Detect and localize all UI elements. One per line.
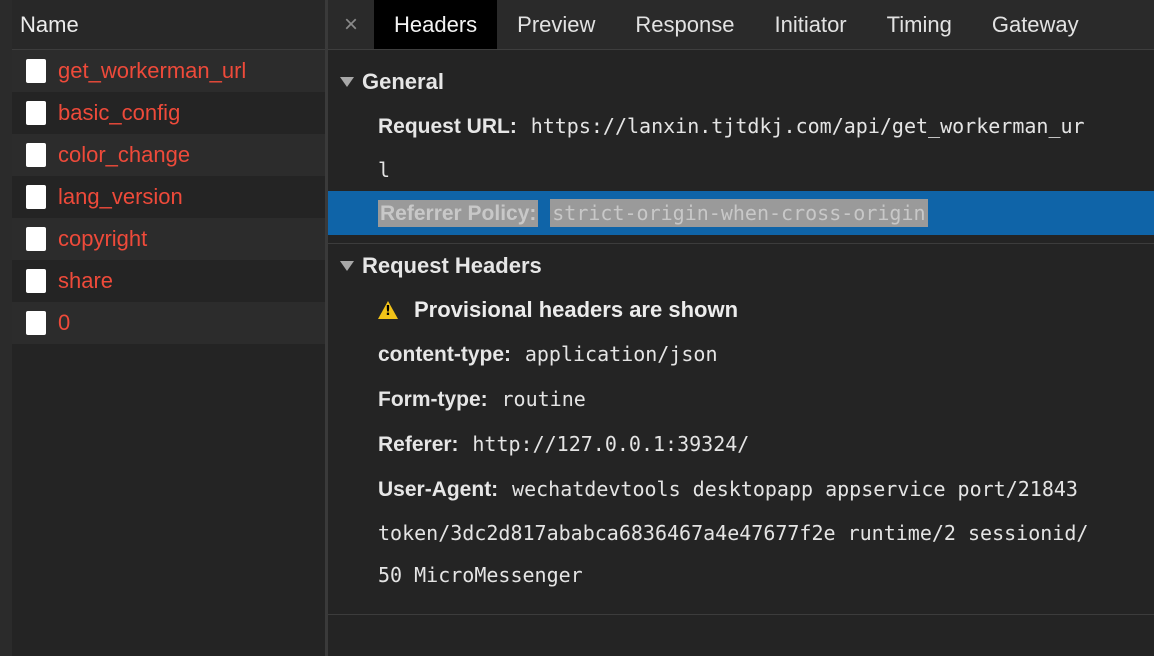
tab-preview[interactable]: Preview [497, 0, 615, 49]
header-key: content-type: [378, 343, 511, 366]
header-value: application/json [524, 342, 718, 366]
document-icon [26, 59, 46, 83]
section-divider [328, 614, 1154, 615]
request-name: share [58, 268, 114, 293]
request-item[interactable]: basic_config [12, 92, 325, 134]
request-item[interactable]: copyright [12, 218, 325, 260]
header-value: wechatdevtools desktopapp appservice por… [512, 477, 1078, 501]
request-name: lang_version [58, 184, 183, 209]
header-value: strict-origin-when-cross-origin [550, 199, 928, 227]
header-row-content-type: content-type: application/json [328, 332, 1154, 377]
request-detail-panel: × Headers Preview Response Initiator Tim… [328, 0, 1154, 656]
header-key: User-Agent: [378, 478, 499, 501]
document-icon [26, 269, 46, 293]
header-key: Referer: [378, 433, 459, 456]
tab-timing[interactable]: Timing [867, 0, 972, 49]
request-url-continuation: l [378, 158, 391, 182]
request-list: get_workerman_url basic_config color_cha… [12, 50, 325, 344]
tab-response[interactable]: Response [615, 0, 754, 49]
request-name: get_workerman_url [58, 58, 247, 83]
left-gutter [0, 0, 12, 656]
devtools-network-panel: Name get_workerman_url basic_config colo… [0, 0, 1154, 656]
header-row-user-agent: User-Agent: wechatdevtools desktopapp ap… [328, 467, 1154, 512]
user-agent-continuation: 50 MicroMessenger [378, 563, 583, 587]
warning-text: Provisional headers are shown [414, 297, 739, 322]
request-name: color_change [58, 142, 191, 167]
triangle-down-icon [340, 77, 354, 87]
close-icon[interactable]: × [328, 0, 374, 49]
tab-initiator[interactable]: Initiator [754, 0, 866, 49]
header-row-form-type: Form-type: routine [328, 377, 1154, 422]
document-icon [26, 101, 46, 125]
user-agent-continuation: token/3dc2d817ababca6836467a4e47677f2e r… [378, 521, 1089, 545]
document-icon [26, 227, 46, 251]
header-row-referer: Referer: http://127.0.0.1:39324/ [328, 422, 1154, 467]
request-item[interactable]: 0 [12, 302, 325, 344]
detail-tabbar: × Headers Preview Response Initiator Tim… [328, 0, 1154, 50]
general-section-title: General [362, 69, 444, 94]
header-key: Referrer Policy: [378, 200, 539, 227]
request-item[interactable]: lang_version [12, 176, 325, 218]
request-item[interactable]: get_workerman_url [12, 50, 325, 92]
general-section-toggle[interactable]: General [328, 60, 1154, 104]
header-key: Form-type: [378, 388, 488, 411]
request-url-row: Request URL: https://lanxin.tjtdkj.com/a… [328, 104, 1154, 149]
request-item[interactable]: share [12, 260, 325, 302]
document-icon [26, 311, 46, 335]
header-key: Request URL: [378, 115, 517, 138]
request-item[interactable]: color_change [12, 134, 325, 176]
name-column-header[interactable]: Name [12, 0, 325, 50]
request-name: 0 [58, 310, 71, 335]
document-icon [26, 143, 46, 167]
warning-icon [378, 301, 398, 319]
header-value: routine [501, 387, 586, 411]
header-value: http://127.0.0.1:39324/ [472, 432, 750, 456]
header-value: https://lanxin.tjtdkj.com/api/get_worker… [530, 114, 1085, 138]
tab-gateway[interactable]: Gateway [972, 0, 1099, 49]
triangle-down-icon [340, 261, 354, 271]
request-list-panel: Name get_workerman_url basic_config colo… [12, 0, 325, 656]
request-name: copyright [58, 226, 148, 251]
request-headers-section-toggle[interactable]: Request Headers [328, 244, 1154, 288]
request-headers-section-title: Request Headers [362, 253, 542, 278]
provisional-warning: Provisional headers are shown [328, 288, 1154, 332]
tab-headers[interactable]: Headers [374, 0, 498, 49]
referrer-policy-row: Referrer Policy: strict-origin-when-cros… [328, 191, 1154, 235]
document-icon [26, 185, 46, 209]
request-name: basic_config [58, 100, 181, 125]
